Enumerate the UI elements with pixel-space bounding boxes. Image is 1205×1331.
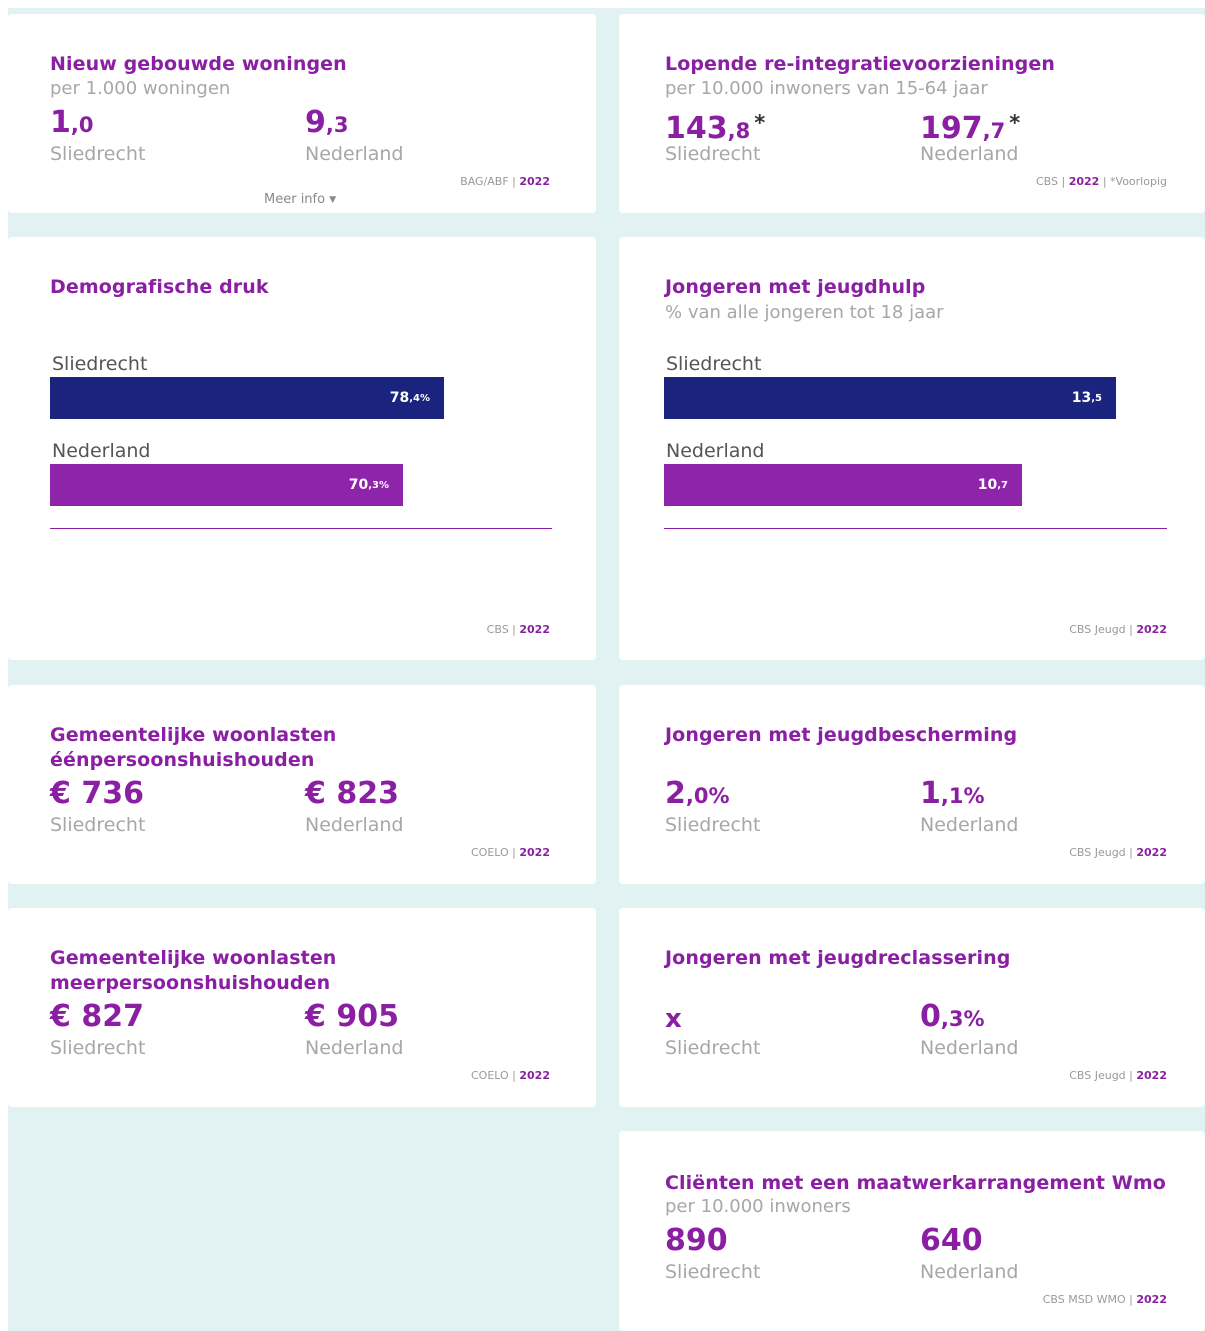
chart-axis-line: [664, 528, 1167, 529]
national-value: € 823: [305, 776, 399, 811]
card-demografische-druk: Demografische druk Sliedrecht 78,4% Nede…: [8, 237, 596, 660]
bar-label-local: Sliedrecht: [666, 353, 762, 375]
card-title-line1: Gemeentelijke woonlasten: [50, 947, 337, 969]
card-title: Demografische druk: [50, 276, 269, 298]
local-label: Sliedrecht: [50, 1037, 146, 1059]
national-label: Nederland: [920, 1261, 1019, 1283]
local-value: € 736: [50, 776, 144, 811]
card-title: Jongeren met jeugdbescherming: [665, 724, 1018, 746]
national-value: € 905: [305, 999, 399, 1034]
card-jeugdhulp: Jongeren met jeugdhulp % van alle jonger…: [619, 237, 1205, 660]
local-value: 1,0: [50, 105, 94, 140]
meer-info-link[interactable]: Meer info ▼: [264, 192, 336, 207]
national-label: Nederland: [305, 143, 404, 165]
card-jeugdreclassering: Jongeren met jeugdreclassering x Sliedre…: [619, 908, 1205, 1107]
national-value: 0,3%: [920, 999, 985, 1034]
national-label: Nederland: [920, 143, 1019, 165]
card-title: Nieuw gebouwde woningen: [50, 53, 347, 75]
local-value: x: [665, 1004, 682, 1034]
national-value: 640: [920, 1223, 983, 1258]
national-label: Nederland: [305, 814, 404, 836]
national-value: 9,3: [305, 105, 349, 140]
local-label: Sliedrecht: [50, 814, 146, 836]
source-label: CBS Jeugd | 2022: [1069, 1069, 1167, 1082]
card-woonlasten-meerpersoons: Gemeentelijke woonlasten meerpersoonshui…: [8, 908, 596, 1107]
bar-local: 13,5: [664, 377, 1116, 419]
bar-label-national: Nederland: [666, 440, 765, 462]
local-value: € 827: [50, 999, 144, 1034]
local-label: Sliedrecht: [665, 143, 761, 165]
card-subtitle: per 10.000 inwoners: [665, 1196, 851, 1217]
local-value: 890: [665, 1223, 728, 1258]
card-title-line1: Gemeentelijke woonlasten: [50, 724, 337, 746]
bar-national: 10,7: [664, 464, 1022, 506]
source-label: BAG/ABF | 2022: [460, 175, 550, 188]
bar-national: 70,3%: [50, 464, 403, 506]
bar-label-local: Sliedrecht: [52, 353, 148, 375]
source-label: CBS MSD WMO | 2022: [1042, 1293, 1167, 1306]
national-label: Nederland: [305, 1037, 404, 1059]
card-title-line2: meerpersoonshuishouden: [50, 972, 331, 994]
local-label: Sliedrecht: [50, 143, 146, 165]
chart-axis-line: [50, 528, 552, 529]
local-value: 2,0%: [665, 776, 730, 811]
card-title-line2: éénpersoonshuishouden: [50, 749, 315, 771]
national-label: Nederland: [920, 814, 1019, 836]
card-subtitle: per 1.000 woningen: [50, 78, 231, 99]
source-label: CBS Jeugd | 2022: [1069, 623, 1167, 636]
card-title: Cliënten met een maatwerkarrangement Wmo: [665, 1172, 1166, 1194]
source-label: COELO | 2022: [470, 846, 550, 859]
local-label: Sliedrecht: [665, 1037, 761, 1059]
local-label: Sliedrecht: [665, 1261, 761, 1283]
national-value: 1,1%: [920, 776, 985, 811]
card-title: Jongeren met jeugdhulp: [665, 276, 926, 298]
local-label: Sliedrecht: [665, 814, 761, 836]
card-title: Jongeren met jeugdreclassering: [665, 947, 1011, 969]
card-subtitle: per 10.000 inwoners van 15-64 jaar: [665, 78, 988, 99]
card-title: Lopende re-integratievoorzieningen: [665, 53, 1055, 75]
card-wmo: Cliënten met een maatwerkarrangement Wmo…: [619, 1131, 1205, 1331]
card-reintegratie: Lopende re-integratievoorzieningen per 1…: [619, 14, 1205, 213]
card-nieuwbouw: Nieuw gebouwde woningen per 1.000 woning…: [8, 14, 596, 213]
source-label: CBS | 2022 | *Voorlopig: [1035, 175, 1167, 188]
card-woonlasten-eenpersoons: Gemeentelijke woonlasten éénpersoonshuis…: [8, 685, 596, 884]
national-label: Nederland: [920, 1037, 1019, 1059]
card-subtitle: % van alle jongeren tot 18 jaar: [665, 302, 944, 323]
source-label: COELO | 2022: [470, 1069, 550, 1082]
source-label: CBS Jeugd | 2022: [1069, 846, 1167, 859]
caret-down-icon: ▼: [329, 195, 337, 205]
source-label: CBS | 2022: [486, 623, 550, 636]
card-jeugdbescherming: Jongeren met jeugdbescherming 2,0% Slied…: [619, 685, 1205, 884]
bar-label-national: Nederland: [52, 440, 151, 462]
bar-local: 78,4%: [50, 377, 444, 419]
